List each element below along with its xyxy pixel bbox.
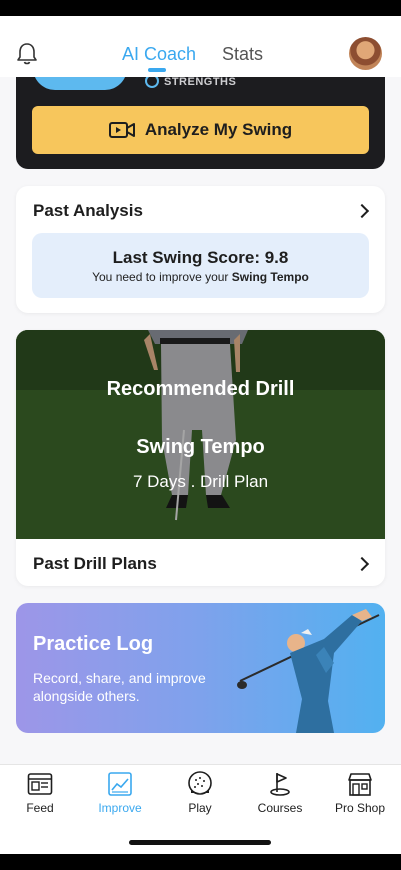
nav-improve-label: Improve	[98, 801, 142, 815]
nav-pro-shop[interactable]: Pro Shop	[320, 771, 400, 815]
drill-meta: 7 Days . Drill Plan	[132, 472, 269, 491]
golfer-swing-illustration	[237, 609, 380, 733]
bottom-navigation: Feed Improve Play Courses Pro Shop	[0, 764, 401, 854]
nav-play[interactable]: Play	[160, 771, 240, 815]
past-drill-plans-row[interactable]: Past Drill Plans	[16, 539, 385, 586]
shop-icon	[348, 773, 372, 796]
strengths-label: STRENGTHS	[164, 76, 237, 88]
chevron-right-icon[interactable]	[354, 203, 370, 219]
score-sub-emphasis: Swing Tempo	[231, 270, 309, 284]
practice-log-title: Practice Log	[33, 633, 154, 655]
bell-icon[interactable]	[16, 42, 38, 66]
user-avatar[interactable]	[349, 37, 382, 70]
home-indicator	[129, 840, 271, 845]
flag-icon	[270, 773, 290, 796]
drill-name: Swing Tempo	[136, 436, 265, 458]
nav-improve[interactable]: Improve	[80, 771, 160, 815]
past-drill-plans-title: Past Drill Plans	[33, 554, 157, 573]
drill-heading: Recommended Drill	[106, 378, 295, 400]
image-overlay	[16, 330, 385, 539]
top-header: AI Coach Stats	[0, 16, 401, 77]
nav-courses-label: Courses	[257, 801, 303, 815]
last-swing-score-box: Last Swing Score: 9.8 You need to improv…	[32, 233, 369, 298]
nav-play-label: Play	[188, 801, 212, 815]
active-tab-indicator	[148, 68, 166, 72]
golf-ball-icon	[188, 771, 212, 795]
analyze-swing-button[interactable]: Analyze My Swing	[32, 106, 369, 154]
chart-icon	[108, 772, 132, 796]
analyze-swing-label: Analyze My Swing	[144, 120, 293, 139]
nav-courses[interactable]: Courses	[240, 771, 320, 815]
past-analysis-title: Past Analysis	[33, 201, 143, 220]
past-analysis-card[interactable]: Past Analysis Last Swing Score: 9.8 You …	[16, 186, 385, 313]
practice-log-subtitle: Record, share, and improve alongside oth…	[33, 670, 206, 704]
feed-icon	[27, 773, 53, 795]
drill-image: Recommended Drill Swing Tempo 7 Days . D…	[16, 330, 385, 539]
chevron-right-icon[interactable]	[354, 556, 370, 572]
app-screen: STRENGTHS Analyze My Swing Past Analysis…	[0, 16, 401, 854]
score-improvement-text: You need to improve your Swing Tempo	[32, 270, 369, 284]
nav-feed-label: Feed	[26, 801, 54, 815]
nav-feed[interactable]: Feed	[0, 771, 80, 815]
last-swing-score: Last Swing Score: 9.8	[112, 248, 289, 267]
nav-pro-shop-label: Pro Shop	[334, 801, 386, 815]
tab-stats[interactable]: Stats	[222, 44, 263, 65]
recommended-drill-card[interactable]: Recommended Drill Swing Tempo 7 Days . D…	[16, 330, 385, 586]
tab-ai-coach[interactable]: AI Coach	[122, 44, 196, 65]
video-icon	[108, 122, 135, 138]
score-sub-prefix: You need to improve your	[92, 270, 232, 284]
practice-log-card[interactable]: Practice Log Record, share, and improve …	[16, 603, 385, 733]
